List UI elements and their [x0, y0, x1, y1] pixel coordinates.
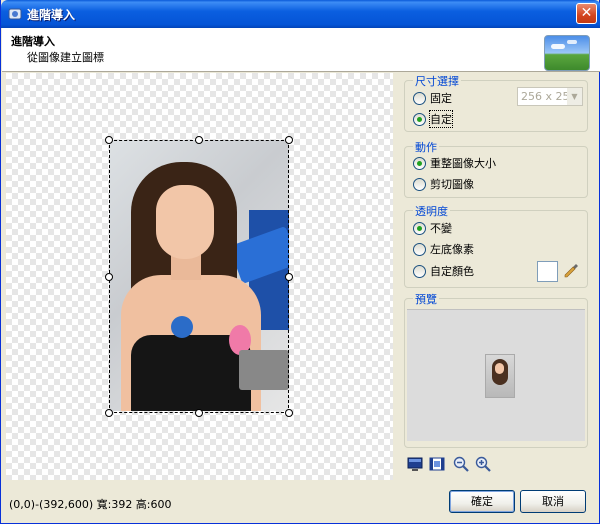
crop-selection[interactable] — [109, 140, 289, 413]
zoom-in-button[interactable] — [473, 454, 493, 474]
size-group-title: 尺寸選擇 — [413, 73, 461, 89]
size-custom-label: 自定 — [429, 110, 453, 128]
crop-handle-bottom-center[interactable] — [195, 409, 203, 417]
close-icon: ✕ — [580, 5, 593, 21]
action-crop-radio[interactable] — [413, 177, 426, 191]
transparency-unchanged-label: 不變 — [430, 222, 452, 235]
transparency-custom-label: 自定顏色 — [430, 265, 474, 278]
film-frame-icon — [429, 457, 445, 471]
preview-thumbnail — [485, 354, 515, 398]
crop-handle-bottom-left[interactable] — [105, 409, 113, 417]
action-resize-label: 重整圖像大小 — [430, 157, 496, 170]
chevron-down-icon[interactable]: ▼ — [567, 88, 582, 105]
import-dialog: 進階導入 ✕ 進階導入 從圖像建立圖標 尺寸選擇 固定 自定 256 x 256… — [0, 0, 600, 524]
zoom-out-button[interactable] — [451, 454, 471, 474]
size-fixed-label: 固定 — [430, 92, 452, 105]
action-crop-label: 剪切圖像 — [430, 178, 474, 191]
preview-group-title: 預覽 — [413, 291, 439, 307]
eyedropper-icon[interactable] — [563, 263, 579, 279]
action-crop-option[interactable]: 剪切圖像 — [413, 176, 474, 192]
dialog-header: 進階導入 從圖像建立圖標 — [2, 28, 600, 72]
preview-area — [407, 309, 585, 441]
action-resize-radio[interactable] — [413, 156, 426, 170]
action-group-title: 動作 — [413, 139, 439, 155]
monitor-icon — [407, 457, 423, 471]
transparency-group: 透明度 不變 左底像素 自定顏色 — [404, 203, 588, 288]
size-custom-radio[interactable] — [413, 112, 426, 126]
app-icon — [8, 8, 22, 20]
cancel-button[interactable]: 取消 — [520, 490, 586, 513]
action-resize-option[interactable]: 重整圖像大小 — [413, 155, 496, 171]
header-subtitle: 從圖像建立圖標 — [27, 51, 104, 64]
ok-button[interactable]: 確定 — [449, 490, 515, 513]
custom-color-swatch[interactable] — [537, 261, 558, 282]
image-canvas[interactable] — [6, 73, 393, 480]
transparency-bottom-left-label: 左底像素 — [430, 243, 474, 256]
window-title: 進階導入 — [27, 8, 76, 22]
transparency-unchanged-radio[interactable] — [413, 221, 426, 235]
transparency-custom-radio[interactable] — [413, 264, 426, 278]
transparency-bottom-left-option[interactable]: 左底像素 — [413, 241, 474, 257]
selection-status: (0,0)-(392,600) 寬:392 高:600 — [9, 498, 172, 511]
header-landscape-image — [544, 35, 590, 71]
action-group: 動作 重整圖像大小 剪切圖像 — [404, 139, 588, 198]
size-fixed-option[interactable]: 固定 — [413, 90, 452, 106]
crop-handle-top-left[interactable] — [105, 136, 113, 144]
crop-handle-bottom-right[interactable] — [285, 409, 293, 417]
actual-size-button[interactable] — [427, 454, 447, 474]
size-group: 尺寸選擇 固定 自定 256 x 256 ▼ — [404, 73, 588, 132]
close-button[interactable]: ✕ — [576, 3, 597, 24]
zoom-in-icon — [475, 456, 491, 472]
crop-handle-top-center[interactable] — [195, 136, 203, 144]
size-custom-option[interactable]: 自定 — [413, 110, 453, 128]
transparency-bottom-left-radio[interactable] — [413, 242, 426, 256]
crop-handle-middle-right[interactable] — [285, 273, 293, 281]
zoom-out-icon — [453, 456, 469, 472]
transparency-custom-option[interactable]: 自定顏色 — [413, 263, 474, 279]
title-bar[interactable]: 進階導入 ✕ — [1, 0, 600, 28]
fit-view-button[interactable] — [405, 454, 425, 474]
transparency-unchanged-option[interactable]: 不變 — [413, 220, 452, 236]
size-fixed-radio[interactable] — [413, 91, 426, 105]
preview-group: 預覽 — [404, 291, 588, 448]
crop-handle-middle-left[interactable] — [105, 273, 113, 281]
header-title: 進階導入 — [11, 35, 55, 48]
transparency-group-title: 透明度 — [413, 203, 450, 219]
size-select[interactable]: 256 x 256 ▼ — [517, 87, 583, 106]
crop-handle-top-right[interactable] — [285, 136, 293, 144]
